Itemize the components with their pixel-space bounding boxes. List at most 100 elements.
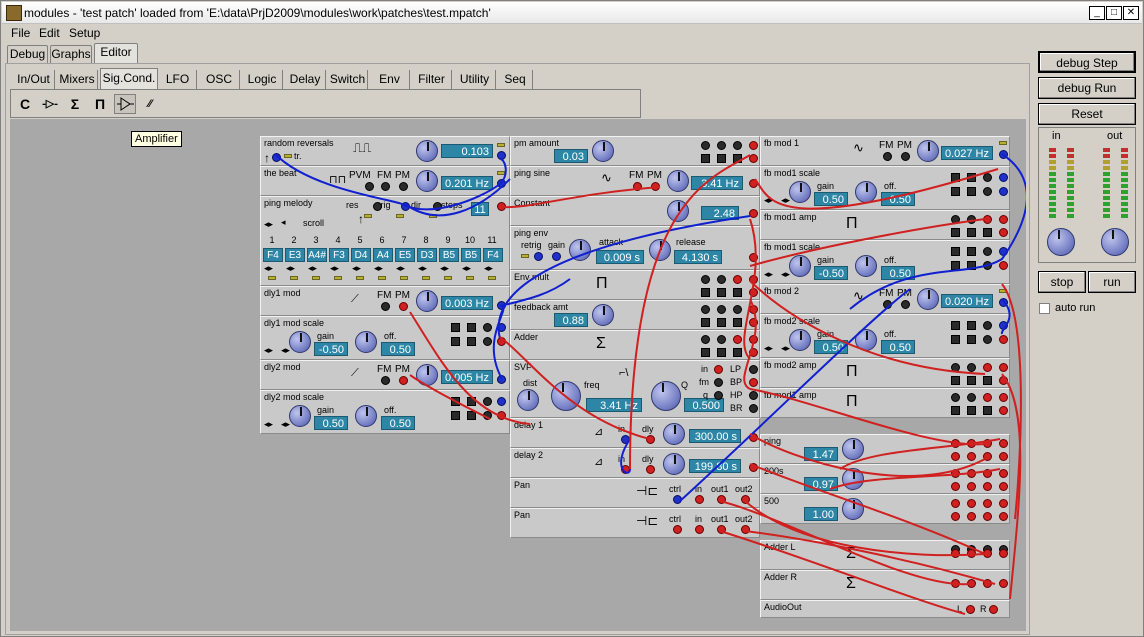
knob[interactable]	[842, 498, 864, 520]
output-jack[interactable]	[749, 209, 758, 218]
input-jack-left[interactable]	[966, 605, 975, 614]
port[interactable]	[983, 469, 992, 478]
input-jack[interactable]	[714, 378, 723, 387]
port[interactable]	[951, 439, 960, 448]
close-button[interactable]: ✕	[1123, 6, 1139, 20]
module-delay1[interactable]: delay 1 ⊿ in dly 300.00 s	[510, 418, 760, 448]
module-env-mult[interactable]: Env mult Π	[510, 270, 760, 300]
input-jack[interactable]	[646, 465, 655, 474]
step-adjust-icon[interactable]: ◂▸	[462, 263, 471, 274]
port[interactable]	[701, 275, 710, 284]
port[interactable]	[967, 469, 976, 478]
input-jack[interactable]	[883, 152, 892, 161]
arrows-icon[interactable]: ◂▸	[281, 419, 290, 430]
input-jack-right[interactable]	[989, 605, 998, 614]
knob[interactable]	[667, 200, 689, 222]
input-gain-knob[interactable]	[1047, 228, 1075, 256]
knob[interactable]	[917, 140, 939, 162]
output-jack[interactable]	[497, 411, 506, 420]
output-jack[interactable]	[999, 439, 1008, 448]
debug-run-button[interactable]: debug Run	[1038, 77, 1136, 99]
port[interactable]	[967, 406, 976, 415]
output-jack[interactable]	[749, 433, 758, 442]
step-note[interactable]: E5	[395, 248, 415, 262]
module-adder-r[interactable]: Adder R Σ	[760, 570, 1010, 600]
output-jack[interactable]	[999, 406, 1008, 415]
module-200s-level[interactable]: 200s 0.97	[760, 464, 1010, 494]
tab-mixers[interactable]: Mixers	[57, 70, 98, 89]
output-jack[interactable]	[749, 288, 758, 297]
output-jack[interactable]	[999, 499, 1008, 508]
port[interactable]	[951, 376, 960, 385]
menu-setup[interactable]: Setup	[69, 26, 100, 40]
knob[interactable]	[842, 438, 864, 460]
module-pan-2[interactable]: Pan ⊣⊏ ctrl in out1 out2	[510, 508, 760, 538]
output-jack[interactable]	[741, 525, 750, 534]
port[interactable]	[717, 305, 726, 314]
input-jack[interactable]	[999, 247, 1008, 256]
freq-knob[interactable]	[551, 381, 581, 411]
knob[interactable]	[917, 288, 939, 310]
dist-knob[interactable]	[517, 389, 539, 411]
port[interactable]	[951, 228, 960, 237]
port[interactable]	[983, 499, 992, 508]
input-jack[interactable]	[695, 495, 704, 504]
step-note[interactable]: F4	[483, 248, 503, 262]
knob[interactable]	[592, 140, 614, 162]
port[interactable]	[733, 305, 742, 314]
gain-knob[interactable]	[789, 181, 811, 203]
module-delay2[interactable]: delay 2 ⊿ in dly 199.80 s	[510, 448, 760, 478]
port[interactable]	[951, 512, 960, 521]
module-dly1-mod-scale[interactable]: dly1 mod scale ◂▸ ◂▸ gain -0.50 off. 0.5…	[260, 316, 510, 360]
input-jack[interactable]	[483, 411, 492, 420]
port[interactable]	[717, 288, 726, 297]
input-jack[interactable]	[999, 393, 1008, 402]
output-jack[interactable]	[749, 179, 758, 188]
input-jack[interactable]	[401, 202, 410, 211]
output-jack[interactable]	[749, 378, 758, 387]
menu-file[interactable]: File	[11, 26, 30, 40]
knob[interactable]	[663, 423, 685, 445]
input-jack[interactable]	[646, 435, 655, 444]
module-fb-mod1-amp-2[interactable]: fb mod1 amp Π	[760, 388, 1010, 418]
tab-seq[interactable]: Seq	[498, 70, 533, 89]
input-jack[interactable]	[983, 187, 992, 196]
output-jack[interactable]	[999, 469, 1008, 478]
debug-step-button[interactable]: debug Step	[1038, 51, 1136, 73]
tab-in-out[interactable]: In/Out	[13, 70, 55, 89]
offset-knob[interactable]	[355, 331, 377, 353]
tab-editor[interactable]: Editor	[94, 43, 138, 64]
input-jack[interactable]	[983, 335, 992, 344]
port[interactable]	[701, 348, 710, 357]
gain-knob[interactable]	[289, 405, 311, 427]
knob[interactable]	[416, 290, 438, 312]
arrows-icon[interactable]: ◂▸	[764, 343, 773, 354]
offset-knob[interactable]	[855, 329, 877, 351]
amplifier-tool-icon[interactable]	[114, 94, 136, 114]
arrows-icon[interactable]: ◂▸	[764, 195, 773, 206]
output-jack[interactable]	[749, 348, 758, 357]
port[interactable]	[967, 482, 976, 491]
input-jack[interactable]	[999, 173, 1008, 182]
input-jack[interactable]	[983, 173, 992, 182]
port[interactable]	[967, 261, 976, 270]
title-bar[interactable]: modules - 'test patch' loaded from 'E:\d…	[2, 2, 1142, 24]
input-jack[interactable]	[983, 261, 992, 270]
port[interactable]	[451, 411, 460, 420]
arrows-icon[interactable]: ◂▸	[781, 269, 790, 280]
port[interactable]	[717, 275, 726, 284]
arrows-icon[interactable]: ◂▸	[764, 269, 773, 280]
module-dly1-mod[interactable]: dly1 mod ⟋ FM PM 0.003 Hz	[260, 286, 510, 316]
input-jack[interactable]	[983, 393, 992, 402]
module-ping-sine[interactable]: ping sine ∿ FM PM 3.41 Hz	[510, 166, 760, 196]
port[interactable]	[951, 482, 960, 491]
port[interactable]	[467, 323, 476, 332]
knob[interactable]	[663, 453, 685, 475]
knob[interactable]	[416, 170, 438, 192]
step-adjust-icon[interactable]: ◂▸	[308, 263, 317, 274]
input-jack[interactable]	[983, 579, 992, 588]
module-fb-mod2-amp[interactable]: fb mod2 amp Π	[760, 358, 1010, 388]
input-jack[interactable]	[483, 323, 492, 332]
stop-button[interactable]: stop	[1038, 271, 1086, 293]
step-adjust-icon[interactable]: ◂▸	[374, 263, 383, 274]
